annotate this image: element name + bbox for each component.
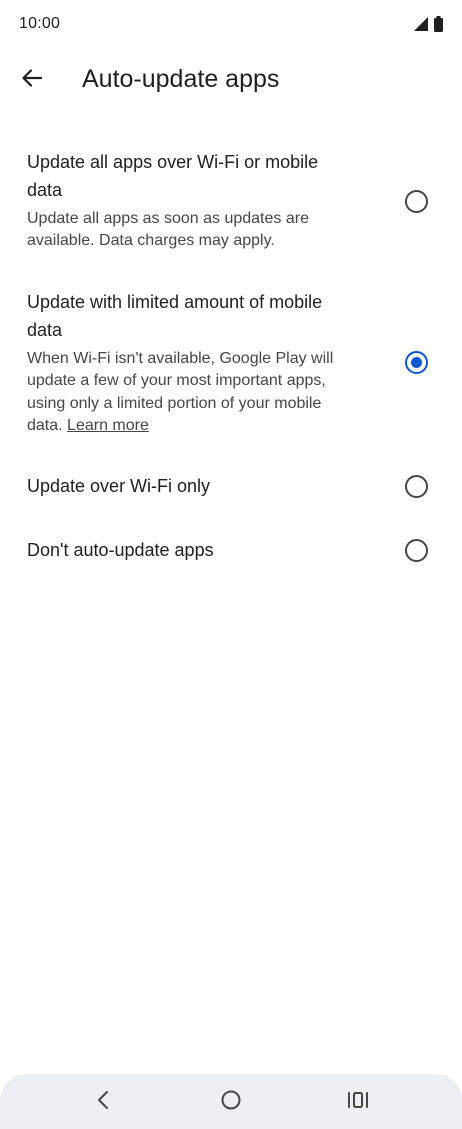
status-time: 10:00 <box>19 15 61 32</box>
option-title: Update over Wi-Fi only <box>27 476 211 496</box>
option-text: Update all apps over Wi-Fi or mobile dat… <box>27 148 357 253</box>
navigation-bar <box>0 1074 462 1129</box>
option-text: Update over Wi-Fi only <box>27 472 357 500</box>
option-description: When Wi-Fi isn't available, Google Play … <box>27 348 357 437</box>
home-icon <box>220 1089 242 1116</box>
option-all-apps-wifi-or-mobile[interactable]: Update all apps over Wi-Fi or mobile dat… <box>0 148 462 258</box>
recents-icon <box>347 1090 369 1115</box>
page-title: Auto-update apps <box>82 65 280 93</box>
option-limited-mobile-data[interactable]: Update with limited amount of mobile dat… <box>0 288 462 438</box>
learn-more-link[interactable]: Learn more <box>67 417 149 434</box>
app-bar: Auto-update apps <box>0 48 462 112</box>
radio-dot <box>411 357 422 368</box>
screen: 10:00 Auto-update apps Update all apps o… <box>0 0 462 1129</box>
nav-back-button[interactable] <box>87 1086 119 1118</box>
signal-icon <box>414 17 428 36</box>
home-button[interactable] <box>215 1086 247 1118</box>
status-bar: 10:00 <box>0 0 462 48</box>
arrow-back-icon <box>21 67 43 94</box>
status-icons <box>414 16 443 37</box>
option-description: Update all apps as soon as updates are a… <box>27 210 309 250</box>
radio-button[interactable] <box>405 475 428 498</box>
radio-button[interactable] <box>405 190 428 213</box>
option-dont-auto-update[interactable]: Don't auto-update apps <box>0 536 462 566</box>
option-text: Update with limited amount of mobile dat… <box>27 288 357 437</box>
option-wifi-only[interactable]: Update over Wi-Fi only <box>0 472 462 502</box>
option-title: Update all apps over Wi-Fi or mobile dat… <box>27 152 319 200</box>
option-text: Don't auto-update apps <box>27 536 357 564</box>
battery-icon <box>434 16 443 37</box>
option-title: Don't auto-update apps <box>27 540 214 560</box>
back-button[interactable] <box>14 62 50 98</box>
radio-button-selected[interactable] <box>405 351 428 374</box>
recents-button[interactable] <box>342 1086 374 1118</box>
radio-button[interactable] <box>405 539 428 562</box>
nav-back-icon <box>95 1090 111 1115</box>
option-title: Update with limited amount of mobile dat… <box>27 292 323 340</box>
